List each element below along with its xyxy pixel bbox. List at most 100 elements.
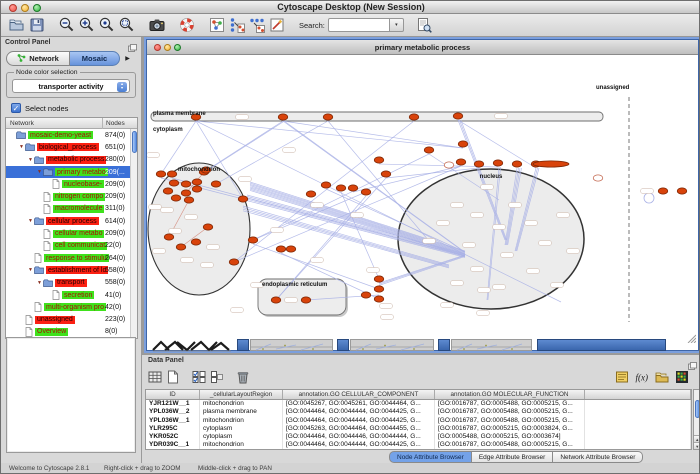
tree-row[interactable]: cell communicat22(0) — [6, 240, 130, 252]
graph-node[interactable] — [229, 259, 239, 265]
graph-node[interactable] — [677, 188, 687, 194]
expand-arrow-icon[interactable]: ▼ — [36, 169, 43, 175]
new-attribute-icon[interactable] — [164, 368, 182, 386]
graph-node[interactable] — [301, 297, 311, 303]
tab-network[interactable]: Network — [6, 51, 70, 66]
graph-node[interactable] — [184, 197, 194, 203]
tree-row[interactable]: mosaic-demo-yeast874(0) — [6, 129, 130, 141]
graph-node[interactable] — [278, 114, 288, 120]
graph-node[interactable] — [321, 182, 331, 188]
background-window[interactable] — [337, 339, 434, 351]
attribute-matrix-icon[interactable] — [673, 368, 691, 386]
expand-arrow-icon[interactable]: ▼ — [27, 218, 34, 224]
layout-vertical-icon[interactable] — [247, 15, 267, 35]
tree-scrollbar-thumb[interactable] — [132, 131, 137, 153]
network-overview-icon[interactable] — [207, 15, 227, 35]
window-title-block[interactable] — [438, 339, 450, 351]
table-row[interactable]: YPL036W__1mitochondrion[GO:0044464, GO:0… — [146, 417, 691, 425]
unselect-attributes-icon[interactable] — [208, 368, 226, 386]
graph-node[interactable] — [176, 244, 186, 250]
tree-row[interactable]: nitrogen compo209(0) — [6, 190, 130, 202]
table-row[interactable]: YJR121W__1mitochondrion[GO:0045267, GO:0… — [146, 400, 691, 408]
tree-row[interactable]: response to stimulu264(0) — [6, 252, 130, 264]
graph-node[interactable] — [192, 179, 202, 185]
graph-node[interactable] — [248, 237, 258, 243]
select-attributes-icon[interactable] — [190, 368, 208, 386]
network-canvas[interactable]: plasma membranecytoplasmmitochondrionnuc… — [147, 55, 700, 352]
graph-node[interactable] — [458, 141, 468, 147]
tree-row[interactable]: ▼establishment of lo558(0) — [6, 264, 130, 276]
expand-arrow-icon[interactable]: ▼ — [27, 157, 34, 163]
birdseye-view-panel[interactable] — [6, 337, 136, 453]
tree-row[interactable]: unassigned223(0) — [6, 313, 130, 325]
graph-node[interactable] — [276, 246, 286, 252]
tree-row[interactable]: ▼biological_process651(0) — [6, 141, 130, 153]
graph-node[interactable] — [171, 195, 181, 201]
tab-mosaic[interactable]: Mosaic — [70, 51, 120, 66]
tree-row[interactable]: ▼primary metabo209(... — [6, 166, 130, 178]
graph-node[interactable] — [203, 224, 213, 230]
search-dropdown-button[interactable]: ▾ — [390, 18, 404, 32]
select-nodes-checkbox[interactable]: ✓ Select nodes — [11, 103, 68, 113]
tree-row[interactable]: ▼cellular process614(0) — [6, 215, 130, 227]
graph-node[interactable] — [424, 147, 434, 153]
tree-row[interactable]: nucleobase-209(0) — [6, 178, 130, 190]
graph-node[interactable] — [164, 234, 174, 240]
graph-node[interactable] — [658, 188, 668, 194]
background-window[interactable] — [237, 339, 333, 351]
graph-node[interactable] — [286, 246, 296, 252]
graph-node[interactable] — [374, 276, 384, 282]
tree-row[interactable]: multi-organism pro42(0) — [6, 301, 130, 313]
function-builder-icon[interactable]: f(x) — [633, 368, 651, 386]
graph-node[interactable] — [167, 171, 177, 177]
zoom-out-icon[interactable] — [57, 15, 77, 35]
table-row[interactable]: YPL036W__2plasma membrane[GO:0044464, GO… — [146, 408, 691, 416]
network-window-titlebar[interactable]: primary metabolic process — [147, 40, 698, 55]
graph-node[interactable] — [336, 185, 346, 191]
tab-network-attribute-browser[interactable]: Network Attribute Browser — [553, 451, 643, 463]
background-window[interactable] — [438, 339, 532, 351]
graph-node[interactable] — [533, 161, 569, 167]
graph-node[interactable] — [211, 181, 221, 187]
table-scrollbar-thumb[interactable] — [695, 400, 700, 418]
window-title-block[interactable] — [337, 339, 349, 351]
graph-node[interactable] — [374, 296, 384, 302]
save-icon[interactable] — [27, 15, 47, 35]
graph-node[interactable] — [323, 114, 333, 120]
tab-overflow-arrow[interactable]: ▶ — [120, 51, 135, 66]
graph-node[interactable] — [271, 297, 281, 303]
delete-attribute-icon[interactable] — [234, 368, 252, 386]
graph-node[interactable] — [593, 175, 603, 181]
column-header-cellular-component[interactable]: annotation.GO CELLULAR_COMPONENT — [283, 390, 435, 399]
expand-arrow-icon[interactable]: ▼ — [36, 280, 43, 286]
column-header-id[interactable]: ID — [146, 390, 200, 399]
zoom-selected-icon[interactable] — [117, 15, 137, 35]
graph-node[interactable] — [181, 190, 191, 196]
help-icon[interactable] — [177, 15, 197, 35]
import-attributes-icon[interactable] — [653, 368, 671, 386]
background-network-thumbnail[interactable] — [151, 339, 233, 351]
graph-node[interactable] — [474, 161, 484, 167]
graph-node[interactable] — [374, 286, 384, 292]
table-row[interactable]: YLR295Ccytoplasm[GO:0045263, GO:0044464,… — [146, 425, 691, 433]
color-attribute-select[interactable]: transporter activity ▲▼ — [12, 79, 130, 93]
tab-node-attribute-browser[interactable]: Node Attribute Browser — [389, 451, 472, 463]
graph-node[interactable] — [306, 191, 316, 197]
expand-arrow-icon[interactable]: ▼ — [18, 144, 25, 150]
zoom-fit-icon[interactable] — [97, 15, 117, 35]
column-header-region[interactable]: _cellularLayoutRegion — [200, 390, 283, 399]
graph-node[interactable] — [409, 114, 419, 120]
tree-row[interactable]: ▼metabolic process280(0) — [6, 154, 130, 166]
attribute-table-icon[interactable] — [146, 368, 164, 386]
graph-node[interactable] — [361, 189, 371, 195]
graph-node[interactable] — [163, 188, 173, 194]
expand-arrow-icon[interactable]: ▼ — [27, 267, 34, 273]
graph-node[interactable] — [191, 239, 201, 245]
graph-node[interactable] — [456, 159, 466, 165]
window-title-block[interactable] — [237, 339, 249, 351]
scroll-down-icon[interactable]: ▼ — [694, 442, 700, 449]
layout-horizontal-icon[interactable] — [227, 15, 247, 35]
zoom-in-icon[interactable] — [77, 15, 97, 35]
open-file-icon[interactable] — [7, 15, 27, 35]
graph-node[interactable] — [169, 180, 179, 186]
